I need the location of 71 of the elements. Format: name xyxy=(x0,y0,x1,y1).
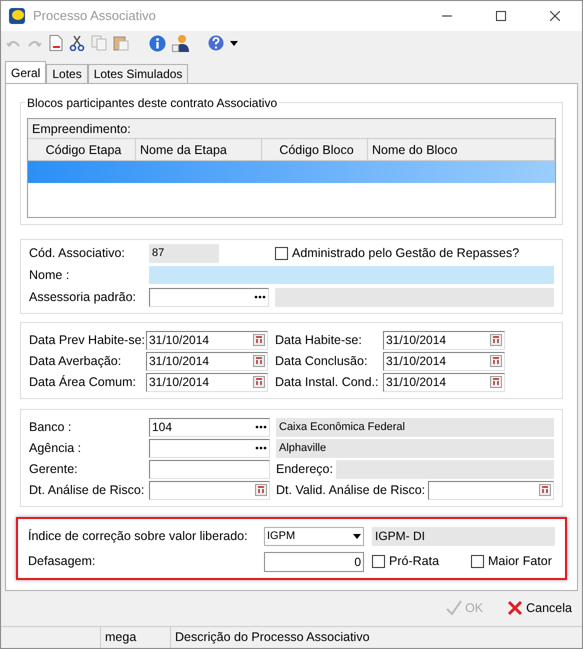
cut-icon[interactable] xyxy=(69,35,85,51)
maximize-icon[interactable] xyxy=(496,11,506,21)
field-label: Assessoria padrão: xyxy=(29,288,138,306)
checkbox[interactable]: Administrado pelo Gestão de Repasses? xyxy=(275,244,554,263)
cancel-button[interactable]: Cancela xyxy=(507,598,572,618)
field-label: Defasagem: xyxy=(28,553,96,570)
empreendimento-label: Empreendimento: xyxy=(28,119,555,139)
app-icon xyxy=(8,7,26,25)
field-label: Nome : xyxy=(29,267,70,284)
window-title: Processo Associativo xyxy=(33,7,156,26)
description-field: IGPM- DI xyxy=(372,526,555,546)
lookup-field[interactable] xyxy=(149,288,269,307)
tab[interactable]: Geral xyxy=(5,61,46,83)
checkbox[interactable]: Maior Fator xyxy=(470,552,552,572)
field-label: Agência : xyxy=(29,440,82,457)
code-field[interactable]: 87 xyxy=(149,244,219,263)
tab[interactable]: Lotes Simulados xyxy=(88,64,188,83)
date-field[interactable] xyxy=(149,480,270,500)
calendar-icon[interactable] xyxy=(490,334,502,346)
tab[interactable]: Lotes xyxy=(46,64,88,83)
date-field[interactable]: 31/10/2014 xyxy=(383,372,505,392)
date-field[interactable]: 31/10/2014 xyxy=(383,330,505,350)
date-field[interactable]: 31/10/2014 xyxy=(146,372,268,392)
field-label: Gerente: xyxy=(29,460,79,478)
help-icon[interactable] xyxy=(208,35,224,51)
calendar-icon[interactable] xyxy=(253,355,265,368)
text-field[interactable] xyxy=(149,460,270,479)
ellipsis-icon[interactable] xyxy=(255,446,267,450)
description-field: Alphaville xyxy=(276,438,554,458)
paste-icon[interactable] xyxy=(113,35,129,51)
close-icon[interactable] xyxy=(550,11,560,21)
check-icon xyxy=(446,600,462,616)
user-icon[interactable] xyxy=(172,34,190,52)
field-label: Data Instal. Cond.: xyxy=(275,374,380,391)
calendar-icon[interactable] xyxy=(539,484,551,496)
ellipsis-icon[interactable] xyxy=(255,425,267,430)
name-field[interactable] xyxy=(149,266,554,284)
dropdown[interactable]: IGPM xyxy=(264,526,364,546)
field-label: Banco : xyxy=(29,418,72,436)
field-label: Índice de correção sobre valor liberado: xyxy=(28,528,249,545)
status-user: mega xyxy=(101,627,171,648)
description-field: Caixa Econômica Federal xyxy=(276,418,554,437)
field-label: Data Área Comum: xyxy=(29,374,137,391)
date-field[interactable]: 31/10/2014 xyxy=(146,352,268,371)
calendar-icon[interactable] xyxy=(490,355,502,368)
date-field[interactable]: 31/10/2014 xyxy=(146,330,268,350)
field-label: Dt. Análise de Risco: xyxy=(29,482,146,499)
status-text: Descrição do Processo Associativo xyxy=(174,629,371,646)
lookup-field[interactable] xyxy=(149,438,270,458)
dropdown-caret-icon[interactable] xyxy=(230,40,238,46)
cross-icon xyxy=(507,600,524,616)
new-document-icon[interactable] xyxy=(49,35,63,51)
date-field[interactable]: 31/10/2014 xyxy=(383,352,505,371)
field-label: Cód. Associativo: xyxy=(29,245,126,262)
field-label: Endereço: xyxy=(276,460,333,478)
checkbox[interactable]: Pró-Rata xyxy=(372,552,440,572)
calendar-icon[interactable] xyxy=(253,334,265,346)
field-label: Data Prev Habite-se: xyxy=(29,332,146,349)
dropdown-arrow-icon[interactable] xyxy=(353,534,361,539)
field-label: Data Averbação: xyxy=(29,352,122,370)
lookup-field[interactable]: 104 xyxy=(149,418,270,437)
number-field[interactable]: 0 xyxy=(264,552,364,572)
calendar-icon[interactable] xyxy=(255,484,267,496)
ellipsis-icon[interactable] xyxy=(254,295,266,300)
field-label: Data Conclusão: xyxy=(275,352,368,370)
field-label: Data Habite-se: xyxy=(275,332,363,349)
info-icon[interactable] xyxy=(149,34,166,52)
calendar-icon[interactable] xyxy=(490,376,502,388)
calendar-icon[interactable] xyxy=(253,376,265,388)
date-field[interactable] xyxy=(428,480,554,500)
field-label: Dt. Valid. Análise de Risco: xyxy=(276,482,426,499)
